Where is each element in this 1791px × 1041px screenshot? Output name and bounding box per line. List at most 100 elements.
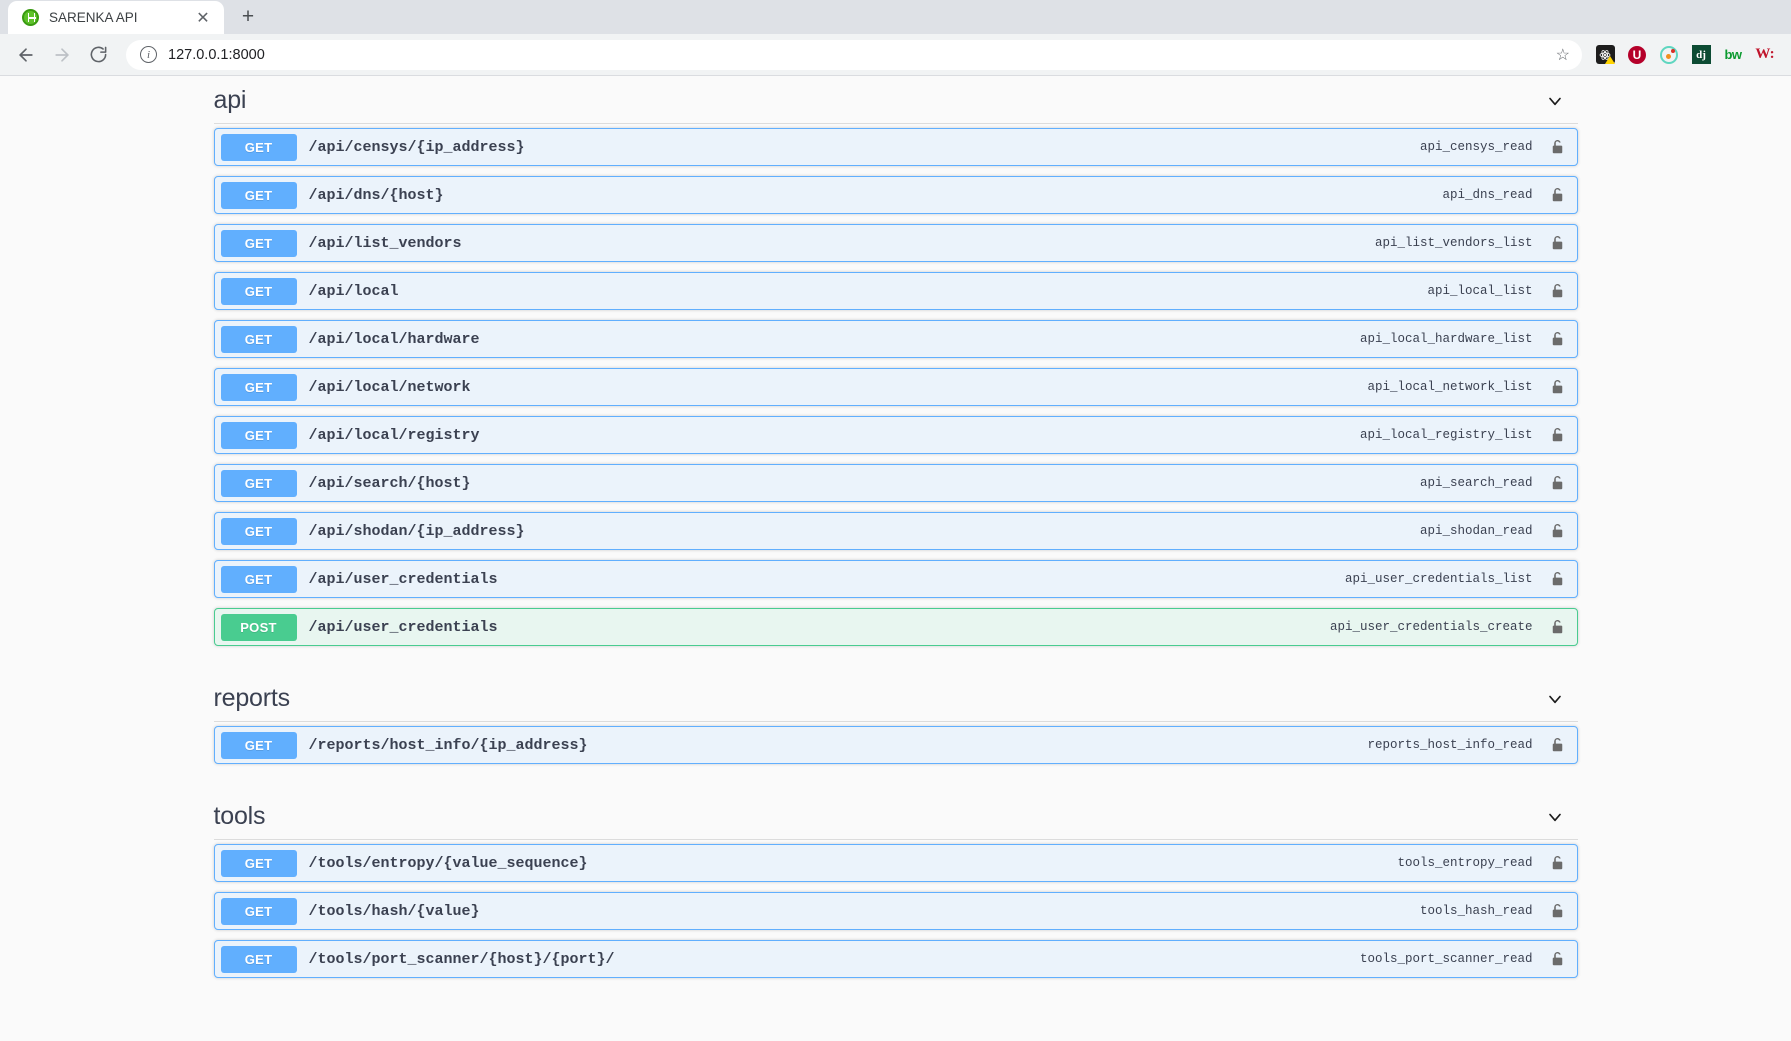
operation-row[interactable]: GET/tools/entropy/{value_sequence} tools_… <box>213 844 1578 882</box>
http-method-badge: GET <box>220 470 297 497</box>
operation-path: /api/local/registry <box>308 426 480 444</box>
operation-row[interactable]: GET/api/local/network api_local_network_l… <box>213 368 1578 406</box>
operation-list-tools: GET/tools/entropy/{value_sequence} tools_… <box>213 840 1578 978</box>
operation-row[interactable]: GET/tools/port_scanner/{host}/{port}/ too… <box>213 940 1578 978</box>
django-debug-icon[interactable]: dj <box>1685 39 1717 71</box>
close-icon[interactable]: ✕ <box>192 7 214 29</box>
operation-row[interactable]: POST/api/user_credentials api_user_creden… <box>213 608 1578 646</box>
unlocked-padlock-icon[interactable] <box>1545 177 1577 213</box>
browser-tab-sarenka-api[interactable]: SARENKA API ✕ <box>8 1 224 34</box>
operation-row[interactable]: GET/api/shodan/{ip_address} api_shodan_re… <box>213 512 1578 550</box>
operation-path: /reports/host_info/{ip_address} <box>308 736 588 754</box>
orbit-icon[interactable] <box>1653 39 1685 71</box>
unlocked-padlock-icon[interactable] <box>1545 465 1577 501</box>
wappalyzer-glyph: W: <box>1755 46 1775 62</box>
operation-path: /tools/port_scanner/{host}/{port}/ <box>308 950 615 968</box>
chevron-down-icon[interactable] <box>1544 90 1566 112</box>
reload-arrow-icon[interactable] <box>82 39 114 71</box>
operation-list-api: GET/api/censys/{ip_address} api_censys_re… <box>213 124 1578 646</box>
bookmark-star-icon[interactable]: ☆ <box>1556 45 1570 65</box>
site-info-icon[interactable]: i <box>140 46 157 63</box>
http-method-badge: GET <box>220 566 297 593</box>
operation-summary: api_shodan_read <box>1419 524 1533 538</box>
http-method-badge: GET <box>220 850 297 877</box>
unlocked-padlock-icon[interactable] <box>1545 513 1577 549</box>
unlocked-padlock-icon[interactable] <box>1545 369 1577 405</box>
wappalyzer-icon[interactable]: W: <box>1749 39 1781 71</box>
react-devtools-icon[interactable] <box>1589 39 1621 71</box>
operation-path: /api/local/network <box>308 378 471 396</box>
operation-summary: api_list_vendors_list <box>1374 236 1533 250</box>
operation-path: /api/user_credentials <box>308 618 498 636</box>
operation-row[interactable]: GET/tools/hash/{value} tools_hash_read <box>213 892 1578 930</box>
operation-summary: reports_host_info_read <box>1367 738 1533 752</box>
sarenka-favicon-icon <box>22 9 39 26</box>
bitwarden-glyph: bw <box>1724 47 1742 62</box>
operation-summary: api_local_list <box>1427 284 1533 298</box>
url-text[interactable]: 127.0.0.1:8000 <box>168 47 1568 63</box>
ublock-origin-icon[interactable]: U <box>1621 39 1653 71</box>
bitwarden-icon[interactable]: bw <box>1717 39 1749 71</box>
http-method-badge: GET <box>220 230 297 257</box>
operation-row[interactable]: GET/api/search/{host} api_search_read <box>213 464 1578 502</box>
operation-row[interactable]: GET/api/local api_local_list <box>213 272 1578 310</box>
unlocked-padlock-icon[interactable] <box>1545 609 1577 645</box>
http-method-badge: GET <box>220 134 297 161</box>
tab-title: SARENKA API <box>49 10 138 25</box>
new-tab-button[interactable]: + <box>232 1 264 33</box>
swagger-section-api: api GET/api/censys/{ip_address} api_censys… <box>213 76 1578 674</box>
chevron-down-icon[interactable] <box>1544 806 1566 828</box>
operation-row[interactable]: GET/api/local/hardware api_local_hardware… <box>213 320 1578 358</box>
unlocked-padlock-icon[interactable] <box>1545 727 1577 763</box>
operation-row[interactable]: GET/api/censys/{ip_address} api_censys_re… <box>213 128 1578 166</box>
operation-summary: api_local_hardware_list <box>1359 332 1533 346</box>
unlocked-padlock-icon[interactable] <box>1545 893 1577 929</box>
unlocked-padlock-icon[interactable] <box>1545 129 1577 165</box>
http-method-badge: GET <box>220 326 297 353</box>
operation-summary: api_user_credentials_list <box>1344 572 1533 586</box>
swagger-section-tools: tools GET/tools/entropy/{value_sequence} t… <box>213 792 1578 978</box>
react-devtools-glyph <box>1595 45 1615 64</box>
operation-summary: tools_port_scanner_read <box>1359 952 1533 966</box>
unlocked-padlock-icon[interactable] <box>1545 417 1577 453</box>
address-bar[interactable]: i 127.0.0.1:8000 ☆ <box>126 39 1582 70</box>
operation-row[interactable]: GET/api/user_credentials api_user_credent… <box>213 560 1578 598</box>
unlocked-padlock-icon[interactable] <box>1545 561 1577 597</box>
operation-row[interactable]: GET/api/dns/{host} api_dns_read <box>213 176 1578 214</box>
operation-row[interactable]: GET/reports/host_info/{ip_address} report… <box>213 726 1578 764</box>
unlocked-padlock-icon[interactable] <box>1545 225 1577 261</box>
http-method-badge: GET <box>220 182 297 209</box>
operation-summary: api_search_read <box>1419 476 1533 490</box>
django-glyph: dj <box>1691 45 1711 64</box>
operation-summary: api_dns_read <box>1442 188 1533 202</box>
unlocked-padlock-icon[interactable] <box>1545 321 1577 357</box>
http-method-badge: GET <box>220 278 297 305</box>
http-method-badge: GET <box>220 946 297 973</box>
unlocked-padlock-icon[interactable] <box>1545 845 1577 881</box>
forward-arrow-icon[interactable] <box>46 39 78 71</box>
unlocked-padlock-icon[interactable] <box>1545 273 1577 309</box>
orbit-glyph <box>1660 45 1678 64</box>
swagger-ui-page: api GET/api/censys/{ip_address} api_censys… <box>0 76 1791 1041</box>
http-method-badge: GET <box>220 374 297 401</box>
operation-list-reports: GET/reports/host_info/{ip_address} report… <box>213 722 1578 764</box>
operation-path: /api/search/{host} <box>308 474 471 492</box>
operation-path: /tools/entropy/{value_sequence} <box>308 854 588 872</box>
operation-summary: api_censys_read <box>1419 140 1533 154</box>
http-method-badge: GET <box>220 732 297 759</box>
section-header-reports[interactable]: reports <box>213 674 1578 722</box>
operation-summary: api_user_credentials_create <box>1329 620 1533 634</box>
unlocked-padlock-icon[interactable] <box>1545 941 1577 977</box>
back-arrow-icon[interactable] <box>10 39 42 71</box>
operation-row[interactable]: GET/api/local/registry api_local_registry… <box>213 416 1578 454</box>
chevron-down-icon[interactable] <box>1544 688 1566 710</box>
operation-summary: api_local_network_list <box>1367 380 1533 394</box>
operation-summary: tools_entropy_read <box>1397 856 1533 870</box>
http-method-badge: GET <box>220 518 297 545</box>
section-header-tools[interactable]: tools <box>213 792 1578 840</box>
operation-path: /api/shodan/{ip_address} <box>308 522 525 540</box>
operation-summary: api_local_registry_list <box>1359 428 1533 442</box>
operation-row[interactable]: GET/api/list_vendors api_list_vendors_lis… <box>213 224 1578 262</box>
section-header-api[interactable]: api <box>213 76 1578 124</box>
